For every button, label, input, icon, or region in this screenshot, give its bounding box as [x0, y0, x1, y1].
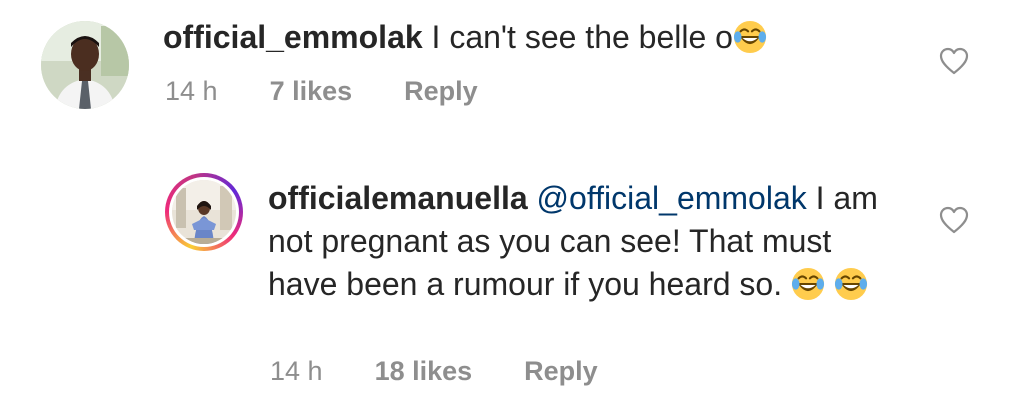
heart-icon[interactable]: [939, 47, 969, 75]
joy-emoji-icon: [791, 267, 825, 301]
reply-comment-item: officialemanuella @official_emmolak I am…: [0, 160, 1024, 403]
comment-username[interactable]: official_emmolak: [163, 19, 423, 55]
avatar[interactable]: [41, 21, 129, 109]
comment-meta: 14 h 18 likes Reply: [270, 356, 598, 387]
user-avatar-image: [172, 180, 236, 244]
reply-button[interactable]: Reply: [524, 356, 598, 387]
comment-text: officialemanuella @official_emmolak I am…: [268, 177, 888, 306]
comment-username[interactable]: officialemanuella: [268, 180, 528, 216]
reply-button[interactable]: Reply: [404, 76, 478, 107]
comment-likes[interactable]: 18 likes: [375, 356, 473, 387]
comment-meta: 14 h 7 likes Reply: [165, 76, 478, 107]
mention-link[interactable]: @official_emmolak: [537, 180, 807, 216]
user-avatar-image: [41, 21, 129, 109]
comment-text: official_emmolak I can't see the belle o: [163, 16, 923, 59]
comment-time: 14 h: [165, 76, 218, 106]
comment-time: 14 h: [270, 356, 323, 386]
heart-icon[interactable]: [939, 206, 969, 234]
joy-emoji-icon: [834, 267, 868, 301]
comment-likes[interactable]: 7 likes: [270, 76, 353, 107]
comment-item: official_emmolak I can't see the belle o…: [0, 0, 1024, 130]
avatar: [172, 180, 236, 244]
joy-emoji-icon: [733, 20, 767, 54]
comment-message: I can't see the belle o: [422, 19, 733, 55]
story-ring[interactable]: [165, 173, 243, 251]
